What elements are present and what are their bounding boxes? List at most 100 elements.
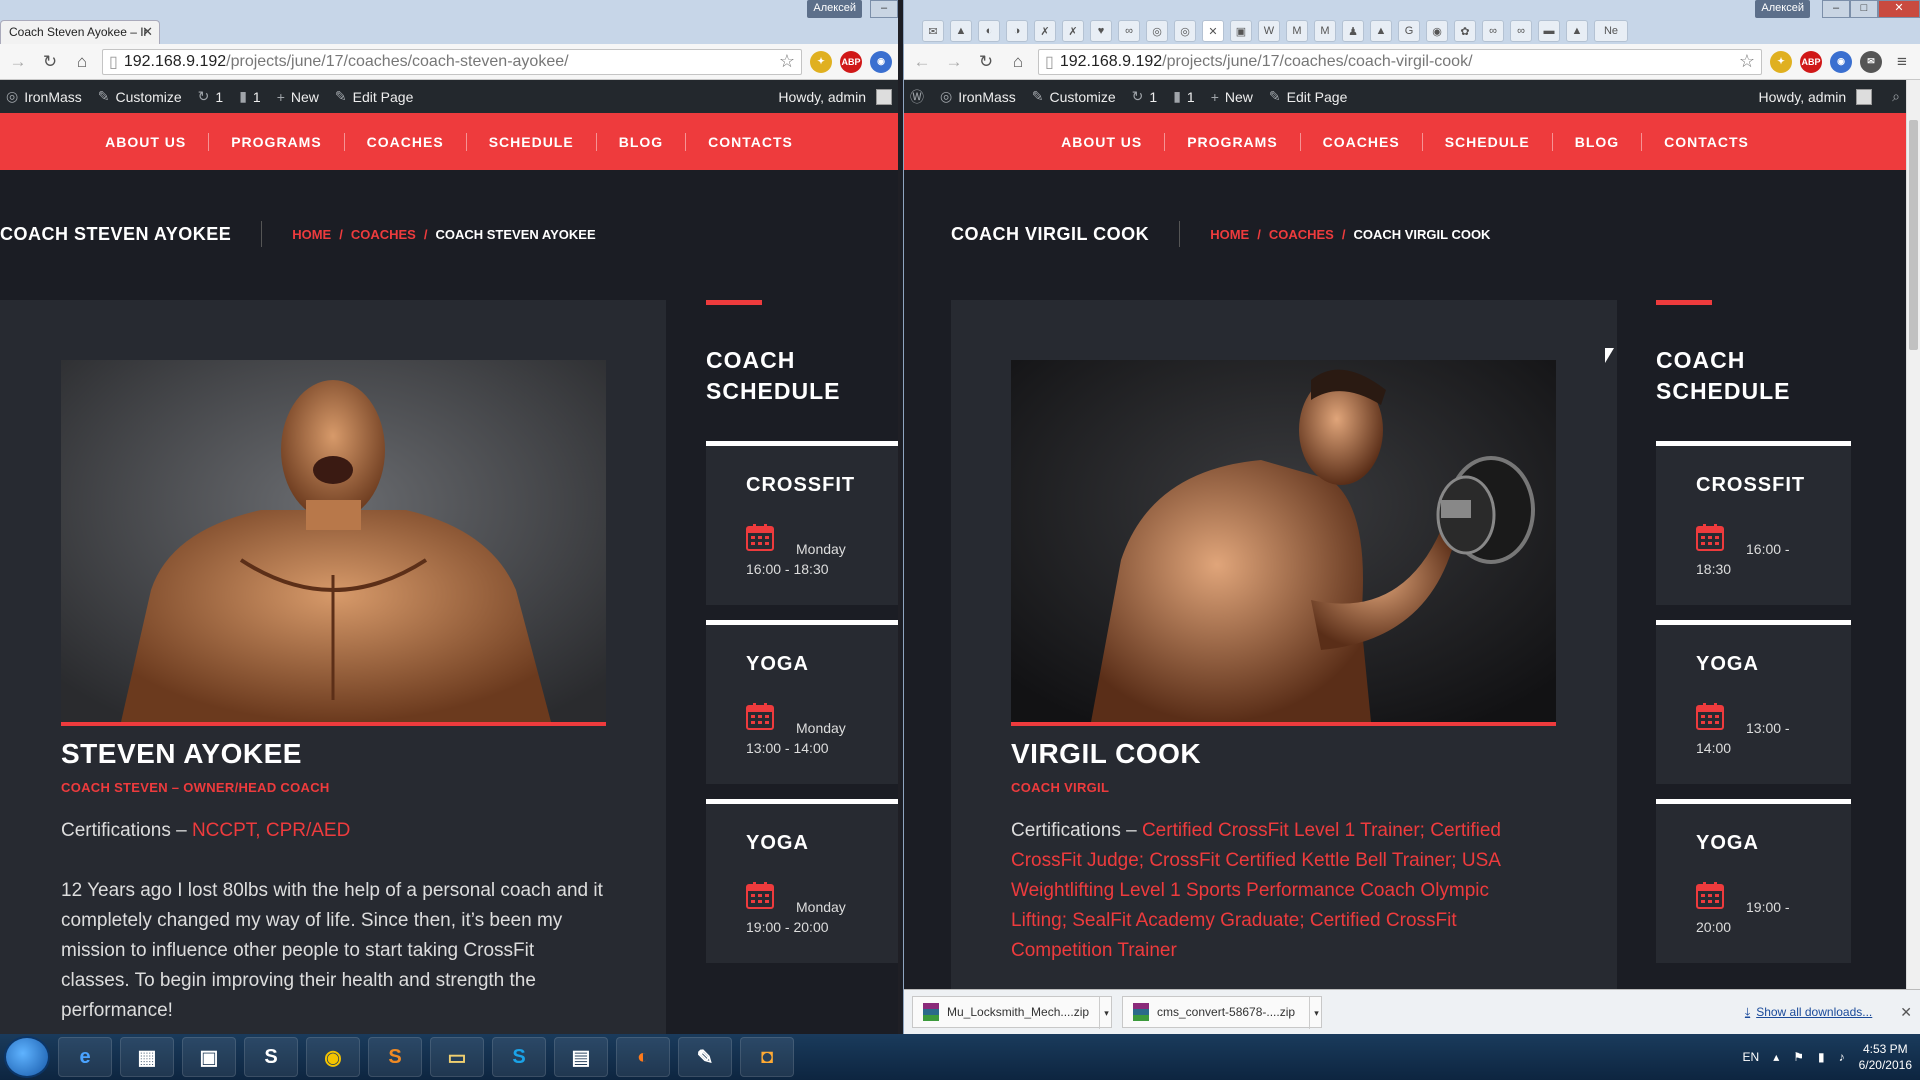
tray-expand-icon[interactable]: ▴ — [1773, 1050, 1779, 1064]
tab-icon[interactable]: ▲ — [950, 20, 972, 42]
forward-icon[interactable]: → — [942, 50, 966, 74]
scrollbar-thumb[interactable] — [1909, 120, 1918, 350]
reload-icon[interactable]: ↻ — [974, 50, 998, 74]
winrar-icon[interactable]: ▤ — [554, 1037, 608, 1077]
firefox-icon[interactable]: ◐ — [616, 1037, 670, 1077]
schedule-card[interactable]: YOGA Monday 19:00 - 20:00 — [706, 799, 898, 963]
calculator-icon[interactable]: ▦ — [120, 1037, 174, 1077]
chevron-down-icon[interactable]: ▾ — [1099, 997, 1113, 1029]
screenshot-tool-icon[interactable]: ◘ — [740, 1037, 794, 1077]
chevron-down-icon[interactable]: ▾ — [1309, 997, 1323, 1029]
admin-comments-link[interactable]: ▮ 1 — [239, 88, 261, 105]
tab-icon[interactable]: ◉ — [1426, 20, 1448, 42]
tab-icon[interactable]: ∞ — [1510, 20, 1532, 42]
extension-puzzle-icon[interactable]: ✦ — [810, 50, 832, 73]
howdy-user[interactable]: Howdy, admin — [778, 89, 866, 105]
wordpress-tab-icon[interactable]: W — [1258, 20, 1280, 42]
tab-icon[interactable]: ✗ — [1034, 20, 1056, 42]
bookmark-star-icon[interactable]: ☆ — [1739, 51, 1755, 72]
paint-icon[interactable]: ✎ — [678, 1037, 732, 1077]
wordpress-logo-icon[interactable]: Ⓦ — [910, 87, 924, 107]
clock[interactable]: 4:53 PM 6/20/2016 — [1859, 1041, 1912, 1073]
adblock-icon[interactable]: ABP — [1800, 50, 1822, 73]
flag-icon[interactable]: ⚑ — [1793, 1050, 1804, 1064]
extension-globe-icon[interactable]: ◉ — [870, 50, 892, 73]
nav-schedule[interactable]: SCHEDULE — [1423, 132, 1553, 151]
nav-about-us[interactable]: ABOUT US — [1039, 132, 1166, 151]
internet-explorer-icon[interactable]: e — [58, 1037, 112, 1077]
nav-contacts[interactable]: CONTACTS — [1642, 133, 1771, 151]
nav-about-us[interactable]: ABOUT US — [83, 132, 210, 151]
nav-programs[interactable]: PROGRAMS — [1165, 132, 1301, 151]
schedule-card[interactable]: CROSSFIT Monday 16:00 - 18:30 — [706, 441, 898, 605]
back-icon[interactable]: → — [6, 50, 30, 74]
admin-updates-link[interactable]: ↻ 1 — [1132, 88, 1158, 105]
active-tab-close-icon[interactable]: ✕ — [1202, 20, 1224, 42]
s-app-icon[interactable]: S — [244, 1037, 298, 1077]
reload-icon[interactable]: ↻ — [38, 50, 62, 74]
tab-icon[interactable]: ✿ — [1454, 20, 1476, 42]
tab-icon[interactable]: ◑ — [1006, 20, 1028, 42]
file-explorer-icon[interactable]: ▭ — [430, 1037, 484, 1077]
tab-icon[interactable]: ▣ — [1230, 20, 1252, 42]
nav-blog[interactable]: BLOG — [597, 132, 687, 151]
nav-programs[interactable]: PROGRAMS — [209, 132, 345, 151]
admin-site-link[interactable]: ◎ IronMass — [940, 88, 1016, 105]
search-icon[interactable]: ⌕ — [1892, 88, 1900, 105]
close-tab-icon[interactable]: ✕ — [142, 24, 153, 40]
extension-puzzle-icon[interactable]: ✦ — [1770, 50, 1792, 73]
nav-contacts[interactable]: CONTACTS — [686, 133, 815, 151]
avatar[interactable] — [876, 88, 892, 105]
save-disk-icon[interactable]: ▣ — [182, 1037, 236, 1077]
language-indicator[interactable]: EN — [1743, 1050, 1760, 1064]
schedule-card[interactable]: YOGA 19:00 - 20:00 — [1656, 799, 1851, 963]
breadcrumb-coaches[interactable]: COACHES — [351, 227, 416, 242]
skype-icon[interactable]: S — [492, 1037, 546, 1077]
nav-coaches[interactable]: COACHES — [345, 132, 467, 151]
start-button[interactable] — [4, 1036, 50, 1078]
close-downloads-icon[interactable]: ✕ — [1900, 1004, 1912, 1021]
adblock-icon[interactable]: ABP — [840, 50, 862, 73]
tab-label[interactable]: Ne — [1594, 20, 1628, 42]
chrome-icon[interactable]: ◉ — [306, 1037, 360, 1077]
admin-new-link[interactable]: + New — [1211, 89, 1253, 105]
cert-value[interactable]: Certified CrossFit Level 1 Trainer; Cert… — [1011, 820, 1501, 961]
howdy-user[interactable]: Howdy, admin — [1758, 89, 1846, 105]
volume-icon[interactable]: ♪ — [1839, 1050, 1845, 1064]
admin-edit-link[interactable]: ✎ Edit Page — [1269, 88, 1347, 105]
nav-blog[interactable]: BLOG — [1553, 132, 1643, 151]
url-field[interactable]: ▯ 192.168.9.192/projects/june/17/coaches… — [102, 48, 802, 75]
mail-tab-icon[interactable]: ✉ — [922, 20, 944, 42]
avatar[interactable] — [1856, 88, 1873, 105]
admin-customize-link[interactable]: ✎ Customize — [98, 88, 182, 105]
breadcrumb-coaches[interactable]: COACHES — [1269, 227, 1334, 242]
close-window-icon[interactable]: ✕ — [1878, 0, 1920, 18]
admin-new-link[interactable]: + New — [277, 89, 319, 105]
back-icon[interactable]: ← — [910, 50, 934, 74]
sublime-text-icon[interactable]: S — [368, 1037, 422, 1077]
admin-updates-link[interactable]: ↻ 1 — [198, 88, 224, 105]
bookmark-star-icon[interactable]: ☆ — [779, 51, 795, 72]
url-field[interactable]: ▯ 192.168.9.192/projects/june/17/coaches… — [1038, 48, 1762, 75]
cert-value[interactable]: NCCPT, CPR/AED — [192, 820, 350, 841]
network-icon[interactable]: ▮ — [1818, 1050, 1825, 1064]
tab-icon[interactable]: ∞ — [1482, 20, 1504, 42]
tab-icon[interactable]: ◐ — [978, 20, 1000, 42]
menu-icon[interactable]: ≡ — [1890, 50, 1914, 74]
tab-icon[interactable]: ◎ — [1146, 20, 1168, 42]
left-active-tab[interactable]: Coach Steven Ayokee – Ir ✕ — [0, 20, 160, 44]
tab-icon[interactable]: ▬ — [1538, 20, 1560, 42]
minimize-icon[interactable]: – — [1822, 0, 1850, 18]
show-all-downloads-link[interactable]: ⤓ Show all downloads... — [1745, 1005, 1872, 1020]
tab-icon[interactable]: ◎ — [1174, 20, 1196, 42]
download-item[interactable]: cms_convert-58678-....zip ▾ — [1122, 996, 1323, 1029]
download-item[interactable]: Mu_Locksmith_Mech....zip ▾ — [912, 996, 1113, 1029]
gmail-tab-icon[interactable]: M — [1286, 20, 1308, 42]
nav-coaches[interactable]: COACHES — [1301, 132, 1423, 151]
breadcrumb-home[interactable]: HOME — [1210, 227, 1249, 242]
admin-site-link[interactable]: ◎ IronMass — [6, 88, 82, 105]
google-tab-icon[interactable]: G — [1398, 20, 1420, 42]
tab-icon[interactable]: ✗ — [1062, 20, 1084, 42]
schedule-card[interactable]: CROSSFIT 16:00 - 18:30 — [1656, 441, 1851, 605]
tab-icon[interactable]: ▲ — [1566, 20, 1588, 42]
